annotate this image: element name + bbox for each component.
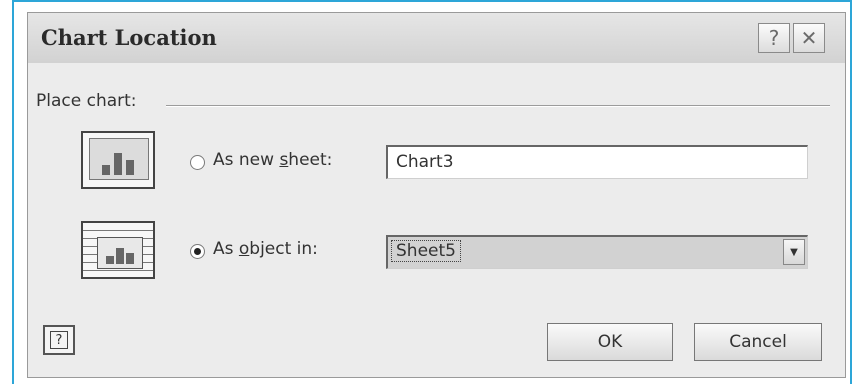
- cancel-button[interactable]: Cancel: [694, 323, 822, 361]
- dropdown-arrow-icon[interactable]: ▼: [783, 239, 805, 265]
- chart-location-dialog: Chart Location ? ✕ Place chart: As new s…: [27, 12, 846, 378]
- as-new-sheet-radio[interactable]: [190, 155, 205, 170]
- dialog-title: Chart Location: [41, 25, 217, 50]
- as-new-sheet-label: As new sheet:: [213, 150, 333, 170]
- close-icon: ✕: [800, 26, 818, 50]
- selected-sheet-value: Sheet5: [391, 240, 461, 262]
- help-title-button[interactable]: ?: [758, 23, 790, 53]
- title-bar: Chart Location ? ✕: [28, 13, 845, 63]
- question-icon: ?: [768, 26, 780, 50]
- as-object-in-radio[interactable]: [190, 244, 205, 259]
- help-icon: ?: [50, 331, 68, 349]
- help-button[interactable]: ?: [43, 325, 75, 355]
- group-divider: [166, 105, 830, 107]
- chart-sheet-icon: [81, 131, 155, 189]
- place-chart-label: Place chart:: [36, 91, 137, 111]
- ok-button[interactable]: OK: [547, 323, 673, 361]
- new-sheet-name-input[interactable]: Chart3: [386, 145, 808, 179]
- as-object-in-label: As object in:: [213, 239, 318, 259]
- embedded-chart-icon: [81, 221, 155, 279]
- close-button[interactable]: ✕: [793, 23, 825, 53]
- object-sheet-select[interactable]: Sheet5 ▼: [386, 235, 808, 269]
